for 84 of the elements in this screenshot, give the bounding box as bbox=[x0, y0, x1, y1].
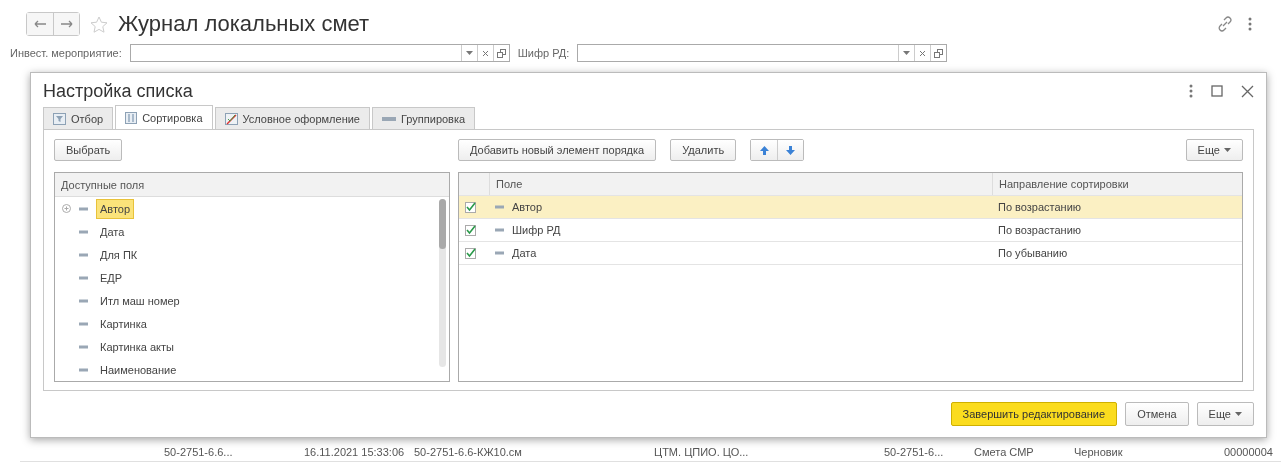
table-cell-text: По убыванию bbox=[997, 247, 1069, 260]
select-button[interactable]: Выбрать bbox=[54, 139, 123, 162]
field-icon bbox=[79, 252, 88, 257]
tree-item[interactable]: Для ПК bbox=[55, 243, 449, 267]
move-down-button[interactable] bbox=[777, 140, 804, 161]
table-cell: Шифр РД bbox=[512, 224, 561, 237]
field-icon bbox=[79, 298, 88, 303]
scrollbar[interactable] bbox=[439, 199, 446, 368]
column-header: Поле bbox=[489, 173, 992, 196]
field-icon bbox=[79, 229, 88, 234]
tab[interactable]: Условное оформление bbox=[214, 107, 370, 131]
right-arrow-icon bbox=[60, 20, 73, 28]
add-button[interactable]: Добавить новый элемент порядка bbox=[458, 139, 657, 162]
table-cell: Дата bbox=[512, 247, 537, 260]
table-cell-text: Смета СМР bbox=[974, 446, 1035, 460]
delete-button[interactable]: Удалить bbox=[670, 139, 737, 162]
forward-button[interactable] bbox=[53, 13, 79, 35]
window-title: Журнал локальных смет bbox=[118, 11, 370, 37]
group-icon bbox=[382, 115, 396, 122]
table-cell-text: 50-2751-6.6... bbox=[164, 446, 234, 460]
more-button[interactable]: Еще bbox=[1196, 402, 1254, 427]
up-arrow-icon bbox=[759, 145, 769, 155]
tab[interactable]: Отбор bbox=[43, 107, 114, 131]
tab[interactable]: Сортировка bbox=[115, 105, 213, 131]
back-button[interactable] bbox=[27, 13, 53, 35]
left-arrow-icon bbox=[34, 20, 46, 28]
close-icon[interactable] bbox=[1241, 84, 1254, 98]
field-icon bbox=[495, 251, 504, 256]
clear-icon[interactable] bbox=[481, 49, 489, 57]
maximize-icon[interactable] bbox=[1211, 85, 1223, 98]
table-cell-text: 16.11.2021 15:33:06 bbox=[304, 446, 406, 460]
column-header: Направление сортировки bbox=[992, 173, 1242, 196]
table-cell-text: По возрастанию bbox=[997, 201, 1083, 214]
tree-item[interactable]: Наименование bbox=[55, 358, 449, 382]
star-icon[interactable] bbox=[90, 15, 108, 33]
table-cell-text: 00000004 bbox=[1224, 446, 1274, 460]
tree-item[interactable]: Дата bbox=[55, 220, 449, 244]
filter-field[interactable] bbox=[129, 44, 510, 62]
field-icon bbox=[79, 275, 88, 280]
open-icon[interactable] bbox=[496, 48, 506, 58]
finish-button[interactable]: Завершить редактирование bbox=[950, 402, 1118, 427]
filter-label: Инвест. мероприятие: bbox=[10, 47, 122, 59]
expand-icon[interactable] bbox=[61, 204, 71, 214]
table-cell-text: 50-2751-6.6-КЖ10.см bbox=[414, 446, 523, 460]
clear-icon[interactable] bbox=[919, 49, 927, 57]
more-icon[interactable] bbox=[1189, 84, 1193, 99]
filter-field[interactable] bbox=[577, 44, 948, 62]
table-cell: Автор bbox=[512, 201, 543, 214]
tree-item[interactable]: Итл маш номер bbox=[55, 289, 449, 313]
sort-icon bbox=[125, 111, 138, 124]
table-cell-text: 50-2751-6... bbox=[884, 446, 945, 460]
caret-icon bbox=[1235, 412, 1242, 417]
table-row[interactable]: Автор По возрастанию bbox=[459, 196, 1242, 220]
tree-item[interactable]: Автор bbox=[55, 197, 449, 221]
cancel-button[interactable]: Отмена bbox=[1125, 402, 1189, 427]
move-up-button[interactable] bbox=[751, 140, 778, 161]
format-icon bbox=[224, 112, 238, 125]
dialog-title: Настройка списка bbox=[43, 80, 194, 102]
check-icon bbox=[465, 201, 476, 213]
field-icon bbox=[79, 206, 88, 211]
check-icon bbox=[465, 224, 476, 236]
dropdown-icon[interactable] bbox=[465, 51, 473, 55]
filter-label: Шифр РД: bbox=[517, 47, 570, 59]
caret-icon bbox=[1224, 148, 1231, 153]
filter-icon bbox=[53, 112, 66, 125]
table-cell-text: Черновик bbox=[1074, 446, 1124, 460]
tree-item[interactable]: ЕДР bbox=[55, 266, 449, 290]
tab[interactable]: Группировка bbox=[372, 107, 476, 131]
table-cell-text: ЦТМ. ЦПИО. ЦО... bbox=[654, 446, 750, 460]
table-cell-text: По возрастанию bbox=[997, 224, 1083, 237]
check-icon bbox=[465, 247, 476, 259]
field-icon bbox=[79, 367, 88, 372]
field-icon bbox=[495, 228, 504, 233]
open-icon[interactable] bbox=[934, 48, 944, 58]
field-icon bbox=[495, 205, 504, 210]
tree-item[interactable]: Картинка bbox=[55, 312, 449, 336]
column-header: Доступные поля bbox=[55, 173, 449, 198]
tree-item[interactable]: Картинка акты bbox=[55, 335, 449, 359]
more-button[interactable]: Еще bbox=[1185, 139, 1243, 162]
down-arrow-icon bbox=[786, 145, 796, 155]
dropdown-icon[interactable] bbox=[903, 51, 911, 55]
link-icon[interactable] bbox=[1217, 16, 1233, 32]
field-icon bbox=[79, 321, 88, 326]
field-icon bbox=[79, 344, 88, 349]
